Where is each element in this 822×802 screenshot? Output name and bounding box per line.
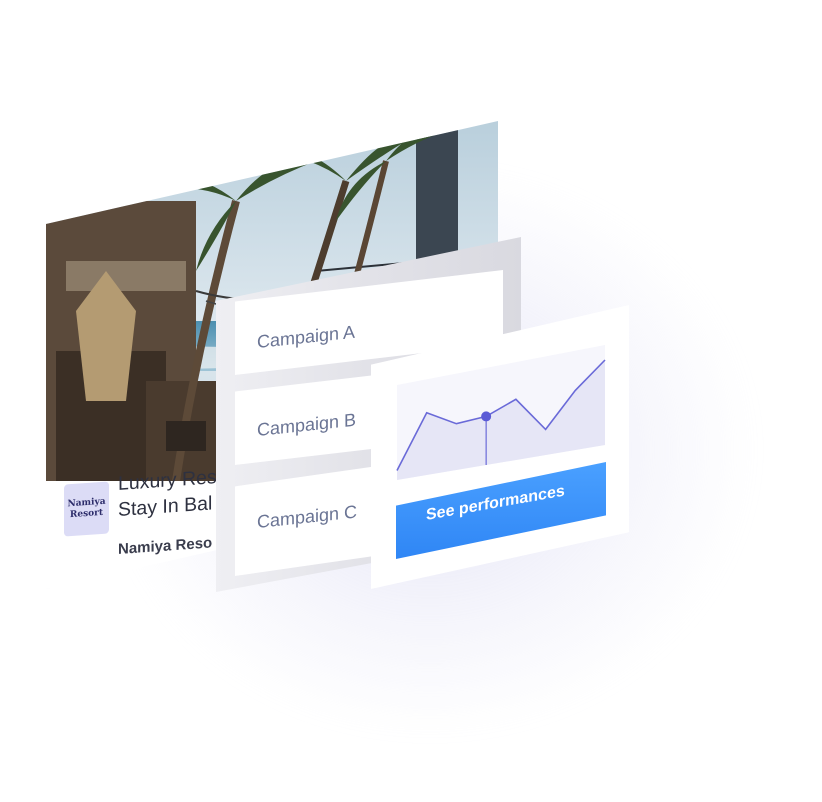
performance-chart-svg	[396, 345, 606, 480]
campaign-label: Campaign A	[257, 321, 356, 352]
see-performances-label: See performances	[426, 482, 565, 524]
logo-text-line2: Resort	[69, 507, 104, 521]
scene: Namiya Resort Luxury Res Stay In Bal Nam…	[0, 0, 822, 802]
performance-chart	[396, 345, 606, 485]
namiya-resort-logo: Namiya Resort	[64, 481, 109, 537]
campaign-label: Campaign B	[257, 409, 357, 440]
campaign-label: Campaign C	[257, 501, 358, 532]
chart-highlight-point[interactable]	[481, 411, 492, 422]
